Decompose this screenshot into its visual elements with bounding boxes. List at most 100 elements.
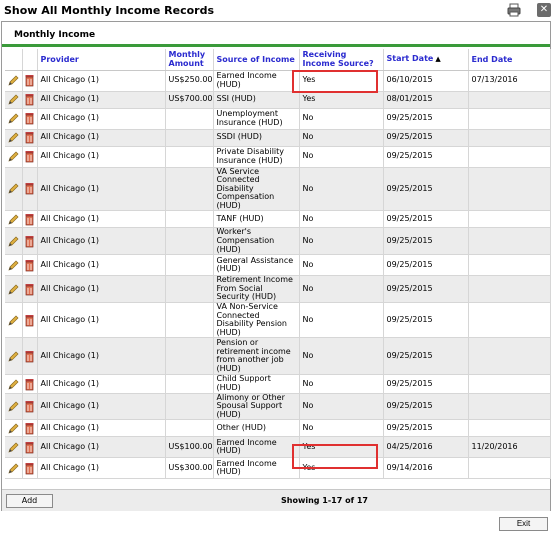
start-date-header-label: Start Date xyxy=(386,54,434,64)
end-date-cell xyxy=(468,302,551,339)
end-date-cell xyxy=(468,210,551,229)
trash-icon[interactable] xyxy=(24,213,35,226)
table-row: All Chicago (1) General Assistance (HUD) N… xyxy=(5,254,551,277)
monthly-amount-cell xyxy=(165,146,214,168)
source-of-income-cell: SSI (HUD) xyxy=(213,91,300,109)
source-of-income-cell: VA Service Connected Disability Compensa… xyxy=(213,167,300,212)
end-date-cell xyxy=(468,337,551,376)
column-header-start-date[interactable]: Start Date ▲ xyxy=(383,49,469,71)
receiving-income-cell: No xyxy=(299,275,384,304)
pencil-icon[interactable] xyxy=(7,112,20,125)
trash-icon[interactable] xyxy=(24,462,35,475)
monthly-amount-cell: US$100.00 xyxy=(165,436,214,459)
column-header-monthly-amount[interactable]: Monthly Amount xyxy=(165,49,214,71)
start-date-cell: 09/25/2015 xyxy=(383,254,469,277)
pencil-icon[interactable] xyxy=(7,235,20,248)
start-date-cell: 09/25/2015 xyxy=(383,302,469,339)
monthly-amount-cell xyxy=(165,302,214,339)
trash-icon[interactable] xyxy=(24,441,35,454)
start-date-cell: 09/25/2015 xyxy=(383,146,469,168)
pencil-icon[interactable] xyxy=(7,259,20,272)
start-date-cell: 09/25/2015 xyxy=(383,129,469,147)
pencil-icon[interactable] xyxy=(7,441,20,454)
end-date-cell xyxy=(468,146,551,168)
column-header-source[interactable]: Source of Income xyxy=(213,49,300,71)
window-title: Show All Monthly Income Records xyxy=(4,4,214,17)
trash-icon[interactable] xyxy=(24,314,35,327)
source-of-income-cell: General Assistance (HUD) xyxy=(213,254,300,277)
start-date-cell: 09/25/2015 xyxy=(383,210,469,229)
trash-icon[interactable] xyxy=(24,112,35,125)
trash-icon[interactable] xyxy=(24,283,35,296)
table-row: All Chicago (1) US$250.00 Earned Income (H… xyxy=(5,70,551,92)
edit-cell xyxy=(5,374,23,394)
sort-ascending-icon: ▲ xyxy=(435,55,441,64)
trash-icon[interactable] xyxy=(24,350,35,363)
close-icon[interactable]: ✕ xyxy=(537,3,551,17)
pencil-icon[interactable] xyxy=(7,400,20,413)
receiving-income-cell: Yes xyxy=(299,70,384,92)
source-of-income-cell: SSDI (HUD) xyxy=(213,129,300,147)
trash-icon[interactable] xyxy=(24,235,35,248)
trash-icon[interactable] xyxy=(24,378,35,391)
pencil-icon[interactable] xyxy=(7,462,20,475)
provider-cell: All Chicago (1) xyxy=(37,374,166,394)
delete-cell xyxy=(22,374,38,394)
table-row: All Chicago (1) Private Disability Insura… xyxy=(5,146,551,168)
receiving-income-cell: No xyxy=(299,302,384,339)
receiving-income-cell: No xyxy=(299,227,384,256)
trash-icon[interactable] xyxy=(24,182,35,195)
source-of-income-cell: Earned Income (HUD) xyxy=(213,457,300,480)
delete-cell xyxy=(22,210,38,229)
provider-cell: All Chicago (1) xyxy=(37,457,166,480)
trash-icon[interactable] xyxy=(24,400,35,413)
trash-icon[interactable] xyxy=(24,74,35,87)
pencil-icon[interactable] xyxy=(7,131,20,144)
pencil-icon[interactable] xyxy=(7,74,20,87)
receiving-income-cell: No xyxy=(299,393,384,421)
provider-cell: All Chicago (1) xyxy=(37,254,166,277)
edit-cell xyxy=(5,419,23,438)
tab-underline xyxy=(2,44,550,47)
pencil-icon[interactable] xyxy=(7,213,20,226)
table-footer: Add Showing 1-17 of 17 xyxy=(2,489,550,511)
column-header-receiving[interactable]: Receiving Income Source? xyxy=(299,49,384,71)
receiving-income-cell: No xyxy=(299,108,384,130)
column-header-provider[interactable]: Provider xyxy=(37,49,166,71)
trash-icon[interactable] xyxy=(24,131,35,144)
provider-cell: All Chicago (1) xyxy=(37,210,166,229)
pencil-icon[interactable] xyxy=(7,314,20,327)
add-button[interactable]: Add xyxy=(6,494,53,508)
trash-icon[interactable] xyxy=(24,422,35,435)
trash-icon[interactable] xyxy=(24,259,35,272)
pencil-icon[interactable] xyxy=(7,93,20,106)
exit-button[interactable]: Exit xyxy=(499,517,548,531)
source-of-income-cell: Alimony or Other Spousal Support (HUD) xyxy=(213,393,300,421)
trash-icon[interactable] xyxy=(24,93,35,106)
pencil-icon[interactable] xyxy=(7,283,20,296)
receiving-income-cell: Yes xyxy=(299,457,384,480)
column-header-end-date[interactable]: End Date xyxy=(468,49,551,71)
edit-cell xyxy=(5,393,23,421)
table-row: All Chicago (1) Worker's Compensation (HU… xyxy=(5,227,551,256)
receiving-income-cell: No xyxy=(299,146,384,168)
monthly-amount-cell xyxy=(165,275,214,304)
edit-cell xyxy=(5,457,23,480)
table-row: All Chicago (1) VA Non-Service Connected … xyxy=(5,302,551,339)
title-bar: Show All Monthly Income Records ✕ xyxy=(0,0,553,20)
monthly-amount-cell xyxy=(165,393,214,421)
source-of-income-cell: Private Disability Insurance (HUD) xyxy=(213,146,300,168)
start-date-cell: 09/25/2015 xyxy=(383,167,469,212)
trash-icon[interactable] xyxy=(24,150,35,163)
edit-cell xyxy=(5,167,23,212)
pencil-icon[interactable] xyxy=(7,350,20,363)
source-of-income-cell: Other (HUD) xyxy=(213,419,300,438)
pencil-icon[interactable] xyxy=(7,182,20,195)
pencil-icon[interactable] xyxy=(7,378,20,391)
printer-icon[interactable] xyxy=(507,3,521,17)
edit-cell xyxy=(5,70,23,92)
edit-cell xyxy=(5,337,23,376)
pencil-icon[interactable] xyxy=(7,422,20,435)
end-date-cell xyxy=(468,254,551,277)
pencil-icon[interactable] xyxy=(7,150,20,163)
